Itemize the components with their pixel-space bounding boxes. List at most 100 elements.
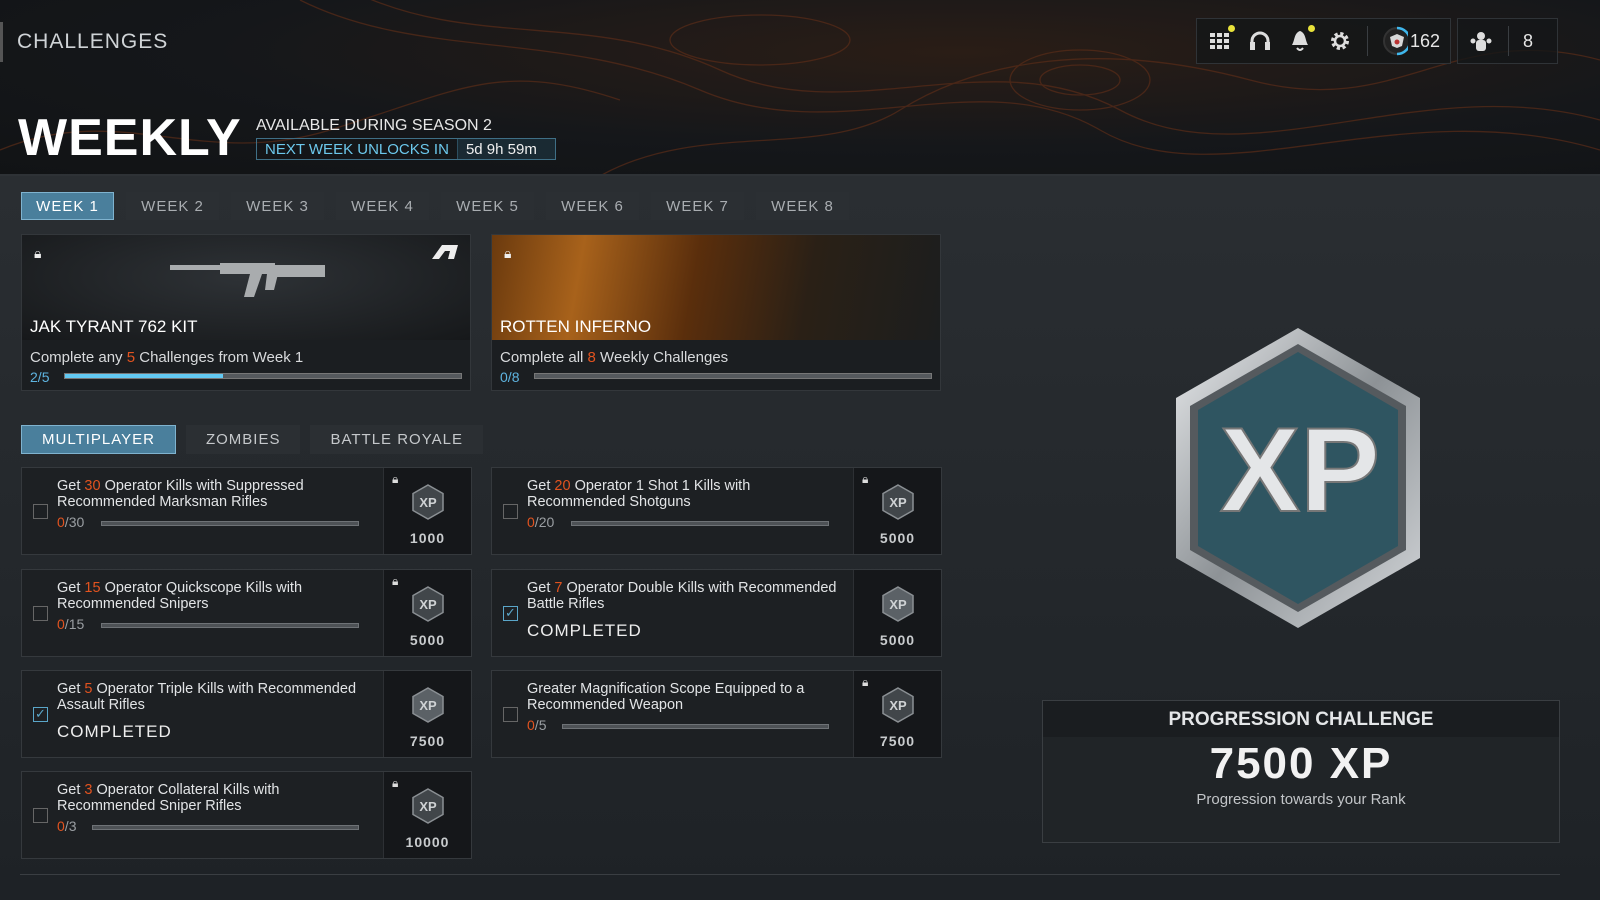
- mode-tabs: MULTIPLAYER ZOMBIES BATTLE ROYALE: [21, 425, 483, 454]
- reward-progress-text: 2/5: [30, 369, 50, 385]
- grid-menu-icon[interactable]: [1207, 25, 1235, 54]
- xp-token-icon: XP: [882, 687, 914, 723]
- challenge-progress-text: 0/5: [527, 717, 547, 733]
- unlock-time: 5d 9h 59m: [457, 139, 555, 159]
- xp-reward-value: 10000: [405, 834, 450, 850]
- text: Get: [57, 681, 85, 697]
- text: Get: [527, 580, 555, 596]
- completed-label: COMPLETED: [57, 722, 172, 741]
- xp-reward-value: 5000: [879, 530, 916, 546]
- progress-total: 5: [538, 717, 547, 733]
- tab-week-1[interactable]: WEEK 1: [21, 192, 114, 220]
- svg-text:XP: XP: [889, 698, 907, 713]
- party-count: 8: [1522, 30, 1533, 51]
- xp-token-icon: XP: [882, 484, 914, 520]
- xp-reward-value: 7500: [409, 733, 446, 749]
- progression-title: PROGRESSION CHALLENGE: [1043, 701, 1559, 737]
- xp-token-icon: XP: [412, 788, 444, 824]
- progress-current: 0: [527, 717, 535, 733]
- unlock-label: NEXT WEEK UNLOCKS IN: [257, 139, 458, 159]
- reward-name: ROTTEN INFERNO: [500, 317, 652, 336]
- progress-total: 15: [68, 616, 85, 632]
- reward-description: Complete any 5 Challenges from Week 1: [30, 349, 304, 366]
- xp-badge-icon: XP: [1176, 328, 1420, 628]
- challenge-checkbox[interactable]: [503, 504, 518, 519]
- tab-week-8[interactable]: WEEK 8: [756, 192, 849, 220]
- availability-text: AVAILABLE DURING SEASON 2: [256, 117, 492, 134]
- challenge-progress-text: 0/15: [57, 616, 85, 632]
- challenge-description: Greater Magnification Scope Equipped to …: [527, 681, 837, 713]
- progress-current: 0: [57, 616, 65, 632]
- challenge-reward: 🔒︎ XP 7500: [853, 671, 941, 757]
- headset-icon[interactable]: [1247, 28, 1273, 54]
- challenge-progress-bar: [101, 623, 359, 628]
- challenge-description: Get 7 Operator Double Kills with Recomme…: [527, 580, 837, 612]
- challenge-card[interactable]: ✓ Get 7 Operator Double Kills with Recomm…: [491, 569, 942, 657]
- text: Get: [57, 580, 85, 596]
- progress-current: 0: [57, 818, 65, 834]
- progress-current: 0: [57, 514, 65, 530]
- tab-multiplayer[interactable]: MULTIPLAYER: [21, 425, 176, 454]
- challenge-card[interactable]: ✓ Get 5 Operator Triple Kills with Recomm…: [21, 670, 472, 758]
- reward-card-jak-tyrant[interactable]: 🔒︎ JAK TYRANT 762 KIT Complete any 5 Cha…: [21, 234, 471, 391]
- bell-icon[interactable]: [1287, 25, 1315, 54]
- tab-week-3[interactable]: WEEK 3: [231, 192, 324, 220]
- page-title: WEEKLY: [18, 109, 242, 167]
- text: Greater Magnification Scope Equipped to …: [527, 681, 805, 713]
- progress-total: 3: [68, 818, 77, 834]
- challenge-checkbox[interactable]: [33, 808, 48, 823]
- game-logo-icon: [432, 245, 458, 259]
- tab-week-6[interactable]: WEEK 6: [546, 192, 639, 220]
- challenge-checkbox[interactable]: [33, 606, 48, 621]
- tab-battle-royale[interactable]: BATTLE ROYALE: [310, 425, 483, 454]
- tab-week-5[interactable]: WEEK 5: [441, 192, 534, 220]
- progress-total: 20: [538, 514, 555, 530]
- challenge-card[interactable]: Get 15 Operator Quickscope Kills with Re…: [21, 569, 472, 657]
- challenge-checkbox[interactable]: [33, 504, 48, 519]
- reward-description: Complete all 8 Weekly Challenges: [500, 349, 729, 366]
- progression-challenge-panel: PROGRESSION CHALLENGE 7500 XP Progressio…: [1042, 700, 1560, 843]
- text: Operator Triple Kills with Recommended A…: [57, 681, 357, 713]
- challenge-target: 20: [554, 478, 571, 494]
- challenge-target: 30: [84, 478, 101, 494]
- challenge-card[interactable]: Greater Magnification Scope Equipped to …: [491, 670, 942, 758]
- progress-current: 0: [527, 514, 535, 530]
- xp-token-icon: XP: [412, 484, 444, 520]
- reward-name: JAK TYRANT 762 KIT: [30, 317, 198, 336]
- player-level: 162: [1409, 30, 1440, 51]
- tab-week-4[interactable]: WEEK 4: [336, 192, 429, 220]
- challenge-card[interactable]: Get 3 Operator Collateral Kills with Rec…: [21, 771, 472, 859]
- text: Operator Double Kills with Recommended B…: [527, 580, 837, 612]
- lock-icon: 🔒︎: [862, 675, 869, 689]
- challenge-reward: XP 5000: [853, 570, 941, 656]
- challenge-reward: 🔒︎ XP 5000: [383, 570, 471, 656]
- progression-subtitle: Progression towards your Rank: [1196, 791, 1406, 808]
- lock-icon: 🔒︎: [862, 472, 869, 486]
- player-emblem-icon[interactable]: [1382, 26, 1408, 56]
- back-indicator[interactable]: [0, 22, 3, 62]
- divider: [20, 874, 1560, 875]
- challenge-card[interactable]: Get 30 Operator Kills with Suppressed Re…: [21, 467, 472, 555]
- lock-icon: 🔒︎: [392, 472, 399, 486]
- xp-reward-value: 1000: [409, 530, 446, 546]
- tab-week-2[interactable]: WEEK 2: [126, 192, 219, 220]
- challenge-checkbox[interactable]: ✓: [33, 707, 48, 722]
- challenge-checkbox[interactable]: [503, 707, 518, 722]
- challenge-progress-bar: [92, 825, 359, 830]
- challenge-reward: XP 7500: [383, 671, 471, 757]
- challenge-target: 15: [84, 580, 101, 596]
- party-icon[interactable]: [1468, 28, 1494, 54]
- svg-text:XP: XP: [419, 698, 437, 713]
- challenge-progress-text: 0/30: [57, 514, 85, 530]
- reward-card-rotten-inferno[interactable]: 🔒︎ ROTTEN INFERNO Complete all 8 Weekly …: [491, 234, 941, 391]
- tab-week-7[interactable]: WEEK 7: [651, 192, 744, 220]
- challenge-card[interactable]: Get 20 Operator 1 Shot 1 Kills with Reco…: [491, 467, 942, 555]
- gear-icon[interactable]: [1327, 28, 1353, 54]
- reward-progress-text: 0/8: [500, 369, 520, 385]
- tab-zombies[interactable]: ZOMBIES: [185, 425, 301, 454]
- challenge-progress-bar: [101, 521, 359, 526]
- challenge-description: Get 15 Operator Quickscope Kills with Re…: [57, 580, 367, 612]
- xp-reward-value: 5000: [409, 632, 446, 648]
- lock-icon: 🔒︎: [392, 574, 399, 588]
- challenge-checkbox[interactable]: ✓: [503, 606, 518, 621]
